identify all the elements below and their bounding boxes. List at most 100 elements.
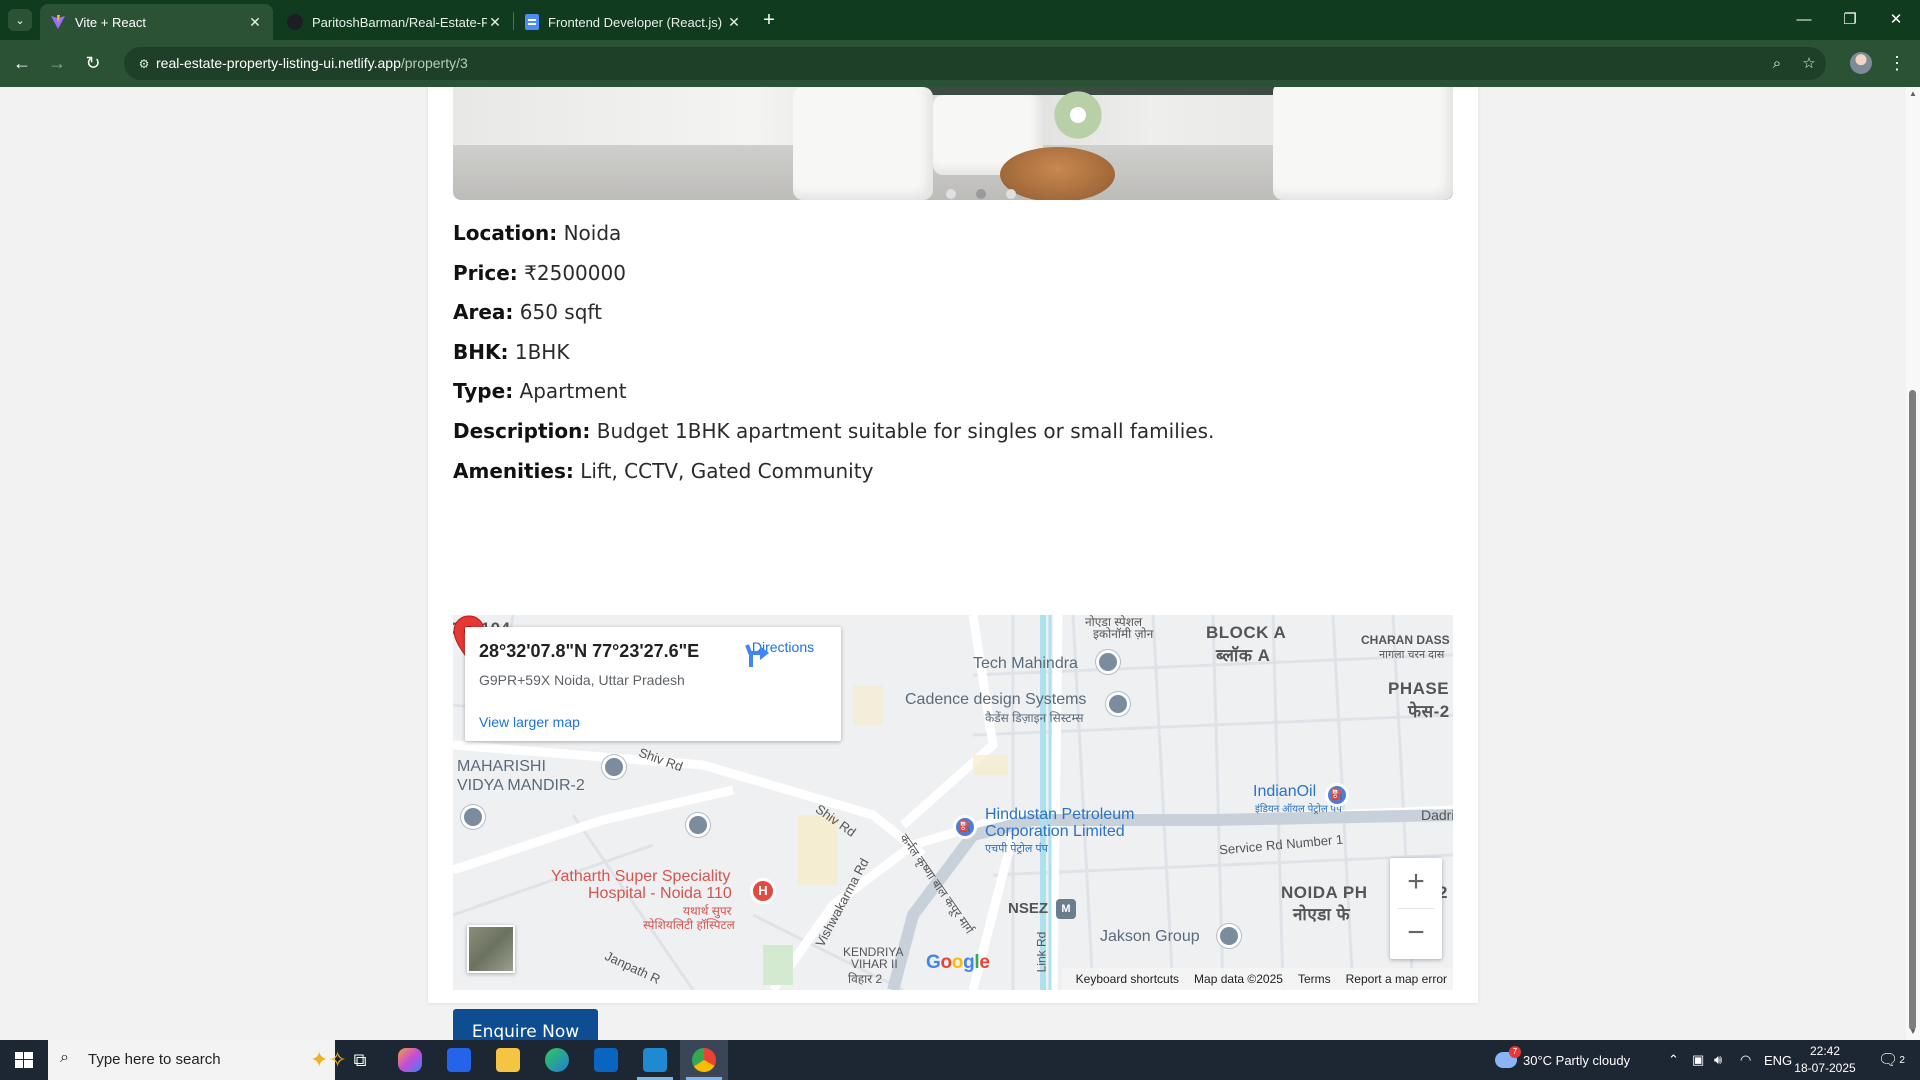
poi-pin-icon[interactable] (461, 805, 485, 829)
terms-link[interactable]: Terms (1298, 972, 1331, 986)
chrome-app-icon[interactable] (680, 1040, 728, 1080)
coordinates-text: 28°32'07.8"N 77°23'27.6"E (479, 641, 700, 661)
wifi-icon[interactable]: ◠ (1740, 1040, 1751, 1080)
task-view-icon[interactable]: ⧉ (336, 1040, 384, 1080)
store-app-icon[interactable] (435, 1040, 483, 1080)
zoom-in-icon[interactable]: + (1390, 858, 1442, 908)
map-label: Hindustan Petroleum (985, 806, 1135, 823)
notification-center-icon[interactable]: 🗨︎ 2 (1878, 1040, 1905, 1080)
clock-time: 22:42 (1809, 1044, 1841, 1058)
weather-badge: 7 (1509, 1046, 1521, 1058)
map-label: MAHARISHI (457, 758, 546, 775)
report-map-error-link[interactable]: Report a map error (1346, 972, 1447, 986)
site-info-icon[interactable]: ⚙ (134, 54, 154, 74)
carousel-dot[interactable] (946, 189, 956, 199)
close-icon[interactable]: ✕ (487, 14, 503, 31)
tab-vite-react[interactable]: Vite + React ✕ (40, 4, 273, 40)
tab-search-icon[interactable]: ⌄ (8, 9, 32, 31)
google-logo-letter: g (963, 952, 975, 973)
photo-coffee-table (1000, 147, 1115, 200)
file-explorer-icon[interactable] (484, 1040, 532, 1080)
school-pin-icon[interactable] (602, 755, 626, 779)
map-attribution-bar: Keyboard shortcuts Map data ©2025 Terms … (1061, 968, 1453, 990)
google-logo-letter: o (951, 952, 964, 973)
map-label: फेस-2 (1408, 702, 1450, 721)
zoom-out-icon[interactable]: − (1390, 909, 1442, 959)
scroll-up-icon[interactable]: ▲ (1908, 89, 1918, 99)
weather-widget[interactable]: 7 30°C Partly cloudy (1495, 1040, 1630, 1080)
map-label: नोएडा फे (1293, 905, 1351, 924)
map-label: Yatharth Super Speciality (551, 868, 731, 885)
menu-dots-icon[interactable]: ⋮ (1888, 51, 1906, 77)
taskbar-search[interactable]: ⌕ Type here to search ✦✧ (48, 1040, 347, 1080)
school-pin-icon[interactable] (686, 813, 710, 837)
start-button[interactable] (0, 1040, 48, 1080)
map-label: स्पेशियलिटी हॉस्पिटल (643, 918, 735, 932)
fuel-pin-icon[interactable]: ⛽ (1325, 783, 1349, 807)
map-label: ब्लॉक A (1216, 646, 1271, 665)
minimize-icon[interactable]: — (1784, 6, 1824, 34)
reload-icon[interactable]: ↻ (80, 50, 106, 76)
meet-icon[interactable]: ▣ (1692, 1040, 1704, 1080)
bookmark-star-icon[interactable]: ☆ (1798, 53, 1820, 75)
map-label: BLOCK A (1206, 623, 1287, 642)
address-bar[interactable]: ⚙ real-estate-property-listing-ui.netlif… (124, 47, 1826, 80)
docs-icon (525, 14, 539, 30)
map-label: इकोनॉमी ज़ोन (1093, 627, 1154, 641)
detail-area: Area: 650 sqft (453, 300, 602, 325)
close-icon[interactable]: ✕ (247, 14, 263, 31)
close-window-icon[interactable]: ✕ (1876, 6, 1916, 34)
system-clock[interactable]: 22:42 18-07-2025 (1790, 1043, 1860, 1077)
detail-description: Description: Budget 1BHK apartment suita… (453, 418, 1215, 443)
scroll-thumb[interactable] (1909, 390, 1916, 1030)
poi-pin-icon[interactable] (1096, 650, 1120, 674)
hospital-pin-icon[interactable]: H (750, 878, 776, 904)
google-logo-letter: o (940, 952, 952, 973)
scroll-down-icon[interactable]: ▼ (1908, 1027, 1918, 1037)
search-icon: ⌕ (60, 1049, 69, 1066)
enquire-now-button[interactable]: Enquire Now (453, 1009, 598, 1040)
url-text[interactable]: real-estate-property-listing-ui.netlify.… (156, 55, 468, 71)
metro-icon[interactable]: M (1056, 899, 1076, 919)
profile-avatar[interactable] (1850, 52, 1872, 74)
view-larger-map-link[interactable]: View larger map (479, 714, 580, 730)
forward-arrow-icon[interactable]: → (44, 50, 70, 76)
tab-title: Vite + React (75, 14, 146, 30)
map-label: VIHAR II (851, 957, 898, 971)
poi-pin-icon[interactable] (1217, 924, 1241, 948)
map-label: Corporation Limited (985, 823, 1125, 840)
vscode-app-icon[interactable] (631, 1040, 679, 1080)
google-map-embed[interactable]: OP-104 नोएडा स्पेशल इकोनॉमी ज़ोन BLOCK A… (453, 615, 1453, 990)
edge-app-icon[interactable] (533, 1040, 581, 1080)
fuel-pin-icon[interactable]: ⛽ (953, 815, 977, 839)
map-label: VIDYA MANDIR-2 (457, 777, 585, 794)
notification-count: 2 (1899, 1054, 1905, 1066)
image-carousel[interactable] (453, 87, 1453, 200)
show-hidden-icons[interactable]: ⌃ (1668, 1040, 1679, 1080)
close-icon[interactable]: ✕ (726, 14, 742, 31)
tab-github[interactable]: ParitoshBarman/Real-Estate-Pro ✕ (277, 4, 513, 40)
satellite-toggle-thumbnail[interactable] (467, 925, 515, 973)
property-card: Location: Noida Price: ₹2500000 Area: 65… (428, 87, 1478, 1040)
clock-date: 18-07-2025 (1794, 1061, 1856, 1075)
copilot-app-icon[interactable] (386, 1040, 434, 1080)
volume-icon[interactable]: 🔊︎ (1714, 1040, 1722, 1080)
directions-button[interactable]: Directions (743, 639, 823, 667)
tab-job-doc[interactable]: Frontend Developer (React.js) In ✕ (515, 4, 752, 40)
page-scrollbar[interactable]: ▲ ▼ (1906, 87, 1920, 1040)
tab-title: Frontend Developer (React.js) In (548, 14, 726, 30)
outlook-app-icon[interactable] (582, 1040, 630, 1080)
back-arrow-icon[interactable]: ← (9, 50, 35, 76)
zoom-icon[interactable]: ⌕ (1766, 53, 1788, 75)
weather-text: 30°C Partly cloudy (1523, 1052, 1631, 1068)
poi-pin-icon[interactable] (1106, 692, 1130, 716)
new-tab-icon[interactable]: + (757, 8, 781, 32)
keyboard-shortcuts-link[interactable]: Keyboard shortcuts (1076, 972, 1179, 986)
map-label: एचपी पेट्रोल पंप (985, 843, 1048, 855)
zoom-controls: + − (1390, 858, 1442, 959)
carousel-dot-active[interactable] (976, 189, 986, 199)
map-data-text: Map data ©2025 (1194, 972, 1283, 986)
restore-icon[interactable]: ❐ (1830, 6, 1870, 34)
carousel-dot[interactable] (1006, 189, 1016, 199)
language-indicator[interactable]: ENG (1764, 1040, 1792, 1080)
